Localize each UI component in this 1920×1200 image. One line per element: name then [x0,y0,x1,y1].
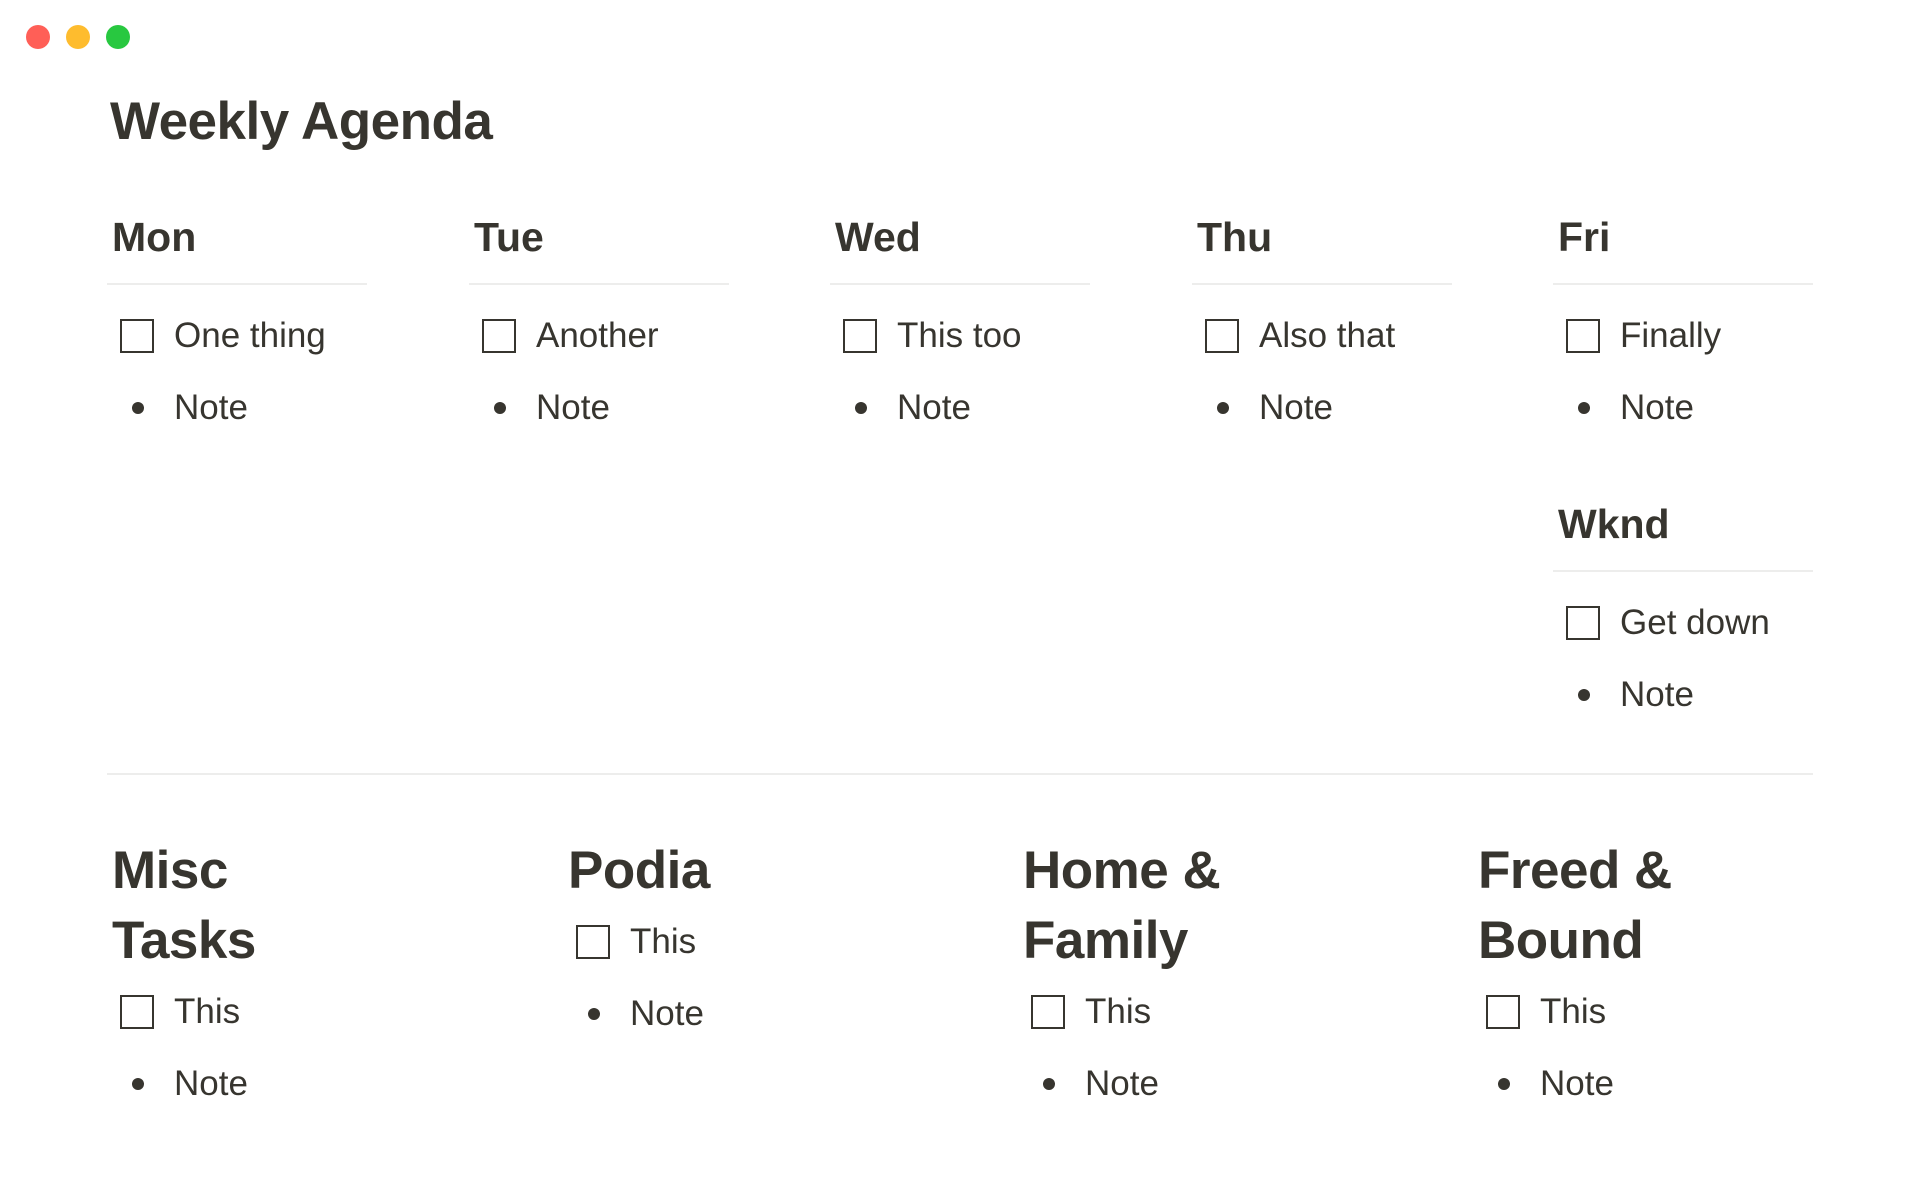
day-column-thu: Thu Also that Note [1192,213,1452,428]
bullet-item: Note [1553,675,1813,715]
todo-item: Another [469,316,729,356]
bullet-item: Note [563,994,983,1034]
category-heading[interactable]: Home & Family [1018,836,1253,976]
note-label[interactable]: Note [174,388,248,428]
bullet-icon [588,1008,600,1020]
day-heading[interactable]: Thu [1192,213,1452,261]
checkbox[interactable] [1205,319,1239,353]
todo-label[interactable]: Also that [1259,316,1395,356]
checkbox[interactable] [482,319,516,353]
todo-item: This [563,922,983,962]
window-controls [26,25,130,49]
bullet-item: Note [1192,388,1452,428]
minimize-window-button[interactable] [66,25,90,49]
day-heading[interactable]: Mon [107,213,367,261]
bullet-item: Note [1018,1064,1438,1104]
todo-item: Also that [1192,316,1452,356]
bullet-icon [1043,1078,1055,1090]
bullet-item: Note [107,1064,527,1104]
bullet-item: Note [1553,388,1813,428]
checkbox[interactable] [1566,606,1600,640]
note-label[interactable]: Note [1085,1064,1159,1104]
divider [830,283,1090,285]
category-column-misc-tasks: Misc Tasks This Note [107,836,527,1104]
bullet-icon [1217,402,1229,414]
divider [1553,570,1813,572]
todo-item: Get down [1553,603,1813,643]
divider [1553,283,1813,285]
category-heading[interactable]: Misc Tasks [107,836,372,976]
note-label[interactable]: Note [1540,1064,1614,1104]
divider [107,283,367,285]
note-label[interactable]: Note [536,388,610,428]
checkbox[interactable] [576,925,610,959]
day-column-wed: Wed This too Note [830,213,1090,428]
close-window-button[interactable] [26,25,50,49]
bullet-icon [1578,689,1590,701]
divider [469,283,729,285]
todo-item: Finally [1553,316,1813,356]
note-label[interactable]: Note [630,994,704,1034]
category-column-home-family: Home & Family This Note [1018,836,1438,1104]
category-heading[interactable]: Freed & Bound [1473,836,1708,976]
bullet-icon [132,402,144,414]
note-label[interactable]: Note [1620,675,1694,715]
todo-item: This [107,992,527,1032]
bullet-item: Note [830,388,1090,428]
todo-label[interactable]: This [1085,992,1151,1032]
todo-label[interactable]: Finally [1620,316,1721,356]
todo-item: This [1473,992,1893,1032]
note-label[interactable]: Note [1620,388,1694,428]
bullet-item: Note [107,388,367,428]
zoom-window-button[interactable] [106,25,130,49]
checkbox[interactable] [1566,319,1600,353]
day-heading[interactable]: Tue [469,213,729,261]
todo-label[interactable]: One thing [174,316,326,356]
bullet-item: Note [469,388,729,428]
checkbox[interactable] [1031,995,1065,1029]
day-column-fri: Fri Finally Note [1553,213,1813,428]
note-label[interactable]: Note [1259,388,1333,428]
bullet-icon [1578,402,1590,414]
day-heading[interactable]: Wed [830,213,1090,261]
todo-item: This too [830,316,1090,356]
checkbox[interactable] [120,995,154,1029]
category-column-freed-bound: Freed & Bound This Note [1473,836,1893,1104]
page-title[interactable]: Weekly Agenda [110,92,493,152]
checkbox[interactable] [843,319,877,353]
todo-label[interactable]: Another [536,316,659,356]
todo-label[interactable]: This too [897,316,1022,356]
todo-item: This [1018,992,1438,1032]
bullet-icon [855,402,867,414]
todo-label[interactable]: This [630,922,696,962]
section-divider [107,773,1813,775]
category-heading[interactable]: Podia [563,836,828,906]
note-label[interactable]: Note [174,1064,248,1104]
todo-label[interactable]: This [174,992,240,1032]
todo-label[interactable]: Get down [1620,603,1770,643]
divider [1192,283,1452,285]
bullet-item: Note [1473,1064,1893,1104]
day-column-wknd: Wknd Get down Note [1553,500,1813,715]
day-column-mon: Mon One thing Note [107,213,367,428]
note-label[interactable]: Note [897,388,971,428]
day-heading[interactable]: Wknd [1553,500,1813,548]
bullet-icon [132,1078,144,1090]
todo-label[interactable]: This [1540,992,1606,1032]
category-column-podia: Podia This Note [563,836,983,1034]
checkbox[interactable] [1486,995,1520,1029]
bullet-icon [1498,1078,1510,1090]
bullet-icon [494,402,506,414]
day-heading[interactable]: Fri [1553,213,1813,261]
todo-item: One thing [107,316,367,356]
checkbox[interactable] [120,319,154,353]
day-column-tue: Tue Another Note [469,213,729,428]
